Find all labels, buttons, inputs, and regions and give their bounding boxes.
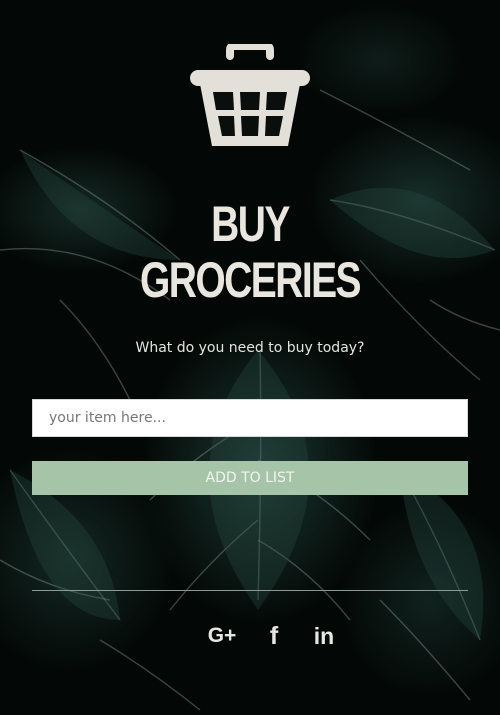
page-title-line-1: BUY (211, 196, 290, 252)
page-title: BUY GROCERIES (55, 196, 445, 308)
divider (32, 590, 468, 591)
page-subtitle: What do you need to buy today? (135, 340, 365, 356)
google-plus-icon[interactable]: G+ (204, 620, 240, 652)
linkedin-icon[interactable]: in (308, 620, 340, 652)
shopping-basket-icon (190, 44, 310, 146)
add-to-list-button[interactable]: ADD TO LIST (32, 461, 468, 495)
page-title-line-2: GROCERIES (139, 252, 362, 308)
item-input[interactable] (32, 399, 468, 437)
facebook-icon[interactable]: f (262, 620, 286, 652)
